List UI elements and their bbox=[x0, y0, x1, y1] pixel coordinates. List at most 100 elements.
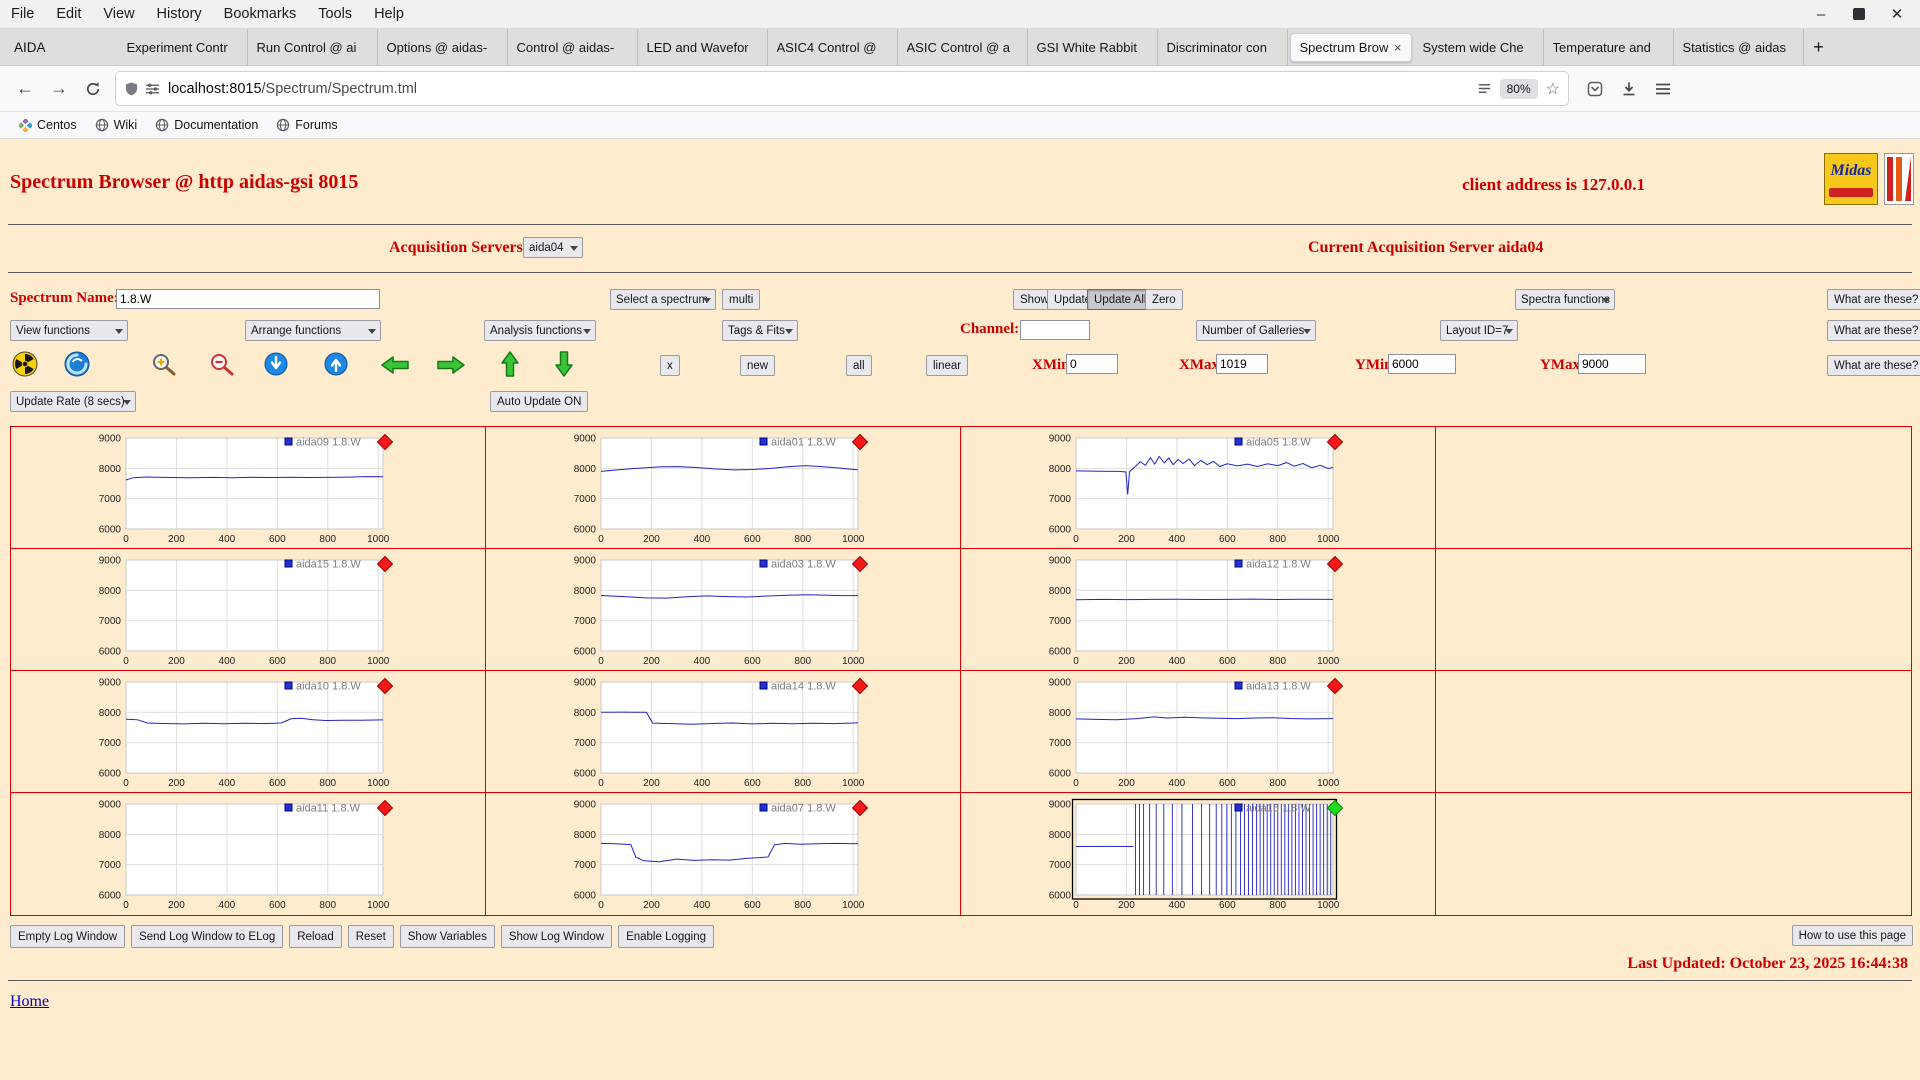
tab[interactable]: System wide Che bbox=[1414, 29, 1544, 65]
spectrum-chart[interactable]: 6000 7000 8000 9000 0 200 400 600 800 1000 aida09 … bbox=[73, 429, 403, 547]
update-all-button[interactable]: Update All bbox=[1087, 289, 1154, 310]
empty-log-window-button[interactable]: Empty Log Window bbox=[10, 925, 126, 948]
tab[interactable]: Run Control @ ai bbox=[248, 29, 378, 65]
chart-cell[interactable]: 6000 7000 8000 9000 0 200 400 600 800 1000 aida16 … bbox=[961, 793, 1436, 915]
blue-up-arrow-icon[interactable] bbox=[324, 351, 348, 377]
chart-cell[interactable]: 6000 7000 8000 9000 0 200 400 600 800 1000 aida11 … bbox=[11, 793, 486, 915]
tab[interactable]: ASIC Control @ a bbox=[898, 29, 1028, 65]
green-right-arrow-icon[interactable] bbox=[436, 355, 466, 375]
menu-edit[interactable]: Edit bbox=[45, 0, 92, 28]
green-up-arrow-icon[interactable] bbox=[500, 350, 520, 378]
tab[interactable]: Control @ aidas- bbox=[508, 29, 638, 65]
update-rate-dropdown[interactable]: Update Rate (8 secs) bbox=[10, 391, 136, 412]
spectrum-chart[interactable]: 6000 7000 8000 9000 0 200 400 600 800 1000 aida05 … bbox=[1023, 429, 1353, 547]
how-to-use-button[interactable]: How to use this page bbox=[1791, 925, 1913, 946]
bookmark-star-icon[interactable]: ☆ bbox=[1546, 79, 1560, 99]
menu-view[interactable]: View bbox=[92, 0, 145, 28]
spectrum-chart[interactable]: 6000 7000 8000 9000 0 200 400 600 800 1000 aida11 … bbox=[73, 795, 403, 913]
back-button[interactable]: ← bbox=[8, 72, 42, 106]
acquisition-server-select[interactable]: aida04 bbox=[523, 237, 583, 258]
menu-tools[interactable]: Tools bbox=[307, 0, 363, 28]
show-variables-button[interactable]: Show Variables bbox=[399, 925, 495, 948]
zoom-in-icon[interactable] bbox=[150, 351, 178, 378]
download-icon[interactable] bbox=[1612, 72, 1646, 106]
ymax-input[interactable] bbox=[1578, 354, 1646, 374]
minimize-icon[interactable]: – bbox=[1810, 3, 1832, 25]
menu-bookmarks[interactable]: Bookmarks bbox=[213, 0, 308, 28]
radiation-icon[interactable] bbox=[12, 351, 38, 377]
zoom-out-icon[interactable] bbox=[208, 351, 236, 378]
menu-help[interactable]: Help bbox=[363, 0, 415, 28]
refresh-cycle-icon[interactable] bbox=[64, 351, 90, 377]
what-are-these-button-2[interactable]: What are these? bbox=[1827, 320, 1920, 341]
url-bar[interactable]: localhost:8015/Spectrum/Spectrum.tml 80%… bbox=[116, 72, 1568, 105]
new-tab-button[interactable]: + bbox=[1804, 33, 1834, 61]
chart-cell[interactable]: 6000 7000 8000 9000 0 200 400 600 800 1000 aida07 … bbox=[486, 793, 961, 915]
reset-button[interactable]: Reset bbox=[347, 925, 394, 948]
bookmark-item-centos[interactable]: Centos bbox=[10, 112, 86, 138]
chart-cell[interactable]: 6000 7000 8000 9000 0 200 400 600 800 1000 aida12 … bbox=[961, 549, 1436, 671]
close-icon[interactable]: ✕ bbox=[1886, 3, 1908, 25]
maximize-icon[interactable] bbox=[1848, 3, 1870, 25]
spectrum-chart[interactable]: 6000 7000 8000 9000 0 200 400 600 800 1000 aida16 … bbox=[1023, 795, 1353, 913]
new-button[interactable]: new bbox=[740, 355, 776, 376]
hamburger-menu-icon[interactable] bbox=[1646, 72, 1680, 106]
all-button[interactable]: all bbox=[846, 355, 872, 376]
midas-logo[interactable]: Midas bbox=[1824, 153, 1878, 205]
shield-icon[interactable] bbox=[124, 81, 139, 97]
reload-button[interactable]: Reload bbox=[289, 925, 342, 948]
auto-update-button[interactable]: Auto Update ON bbox=[490, 391, 589, 412]
chart-cell[interactable]: 6000 7000 8000 9000 0 200 400 600 800 1000 aida13 … bbox=[961, 671, 1436, 793]
number-of-galleries-dropdown[interactable]: Number of Galleries bbox=[1196, 320, 1316, 341]
view-functions-dropdown[interactable]: View functions bbox=[10, 320, 128, 341]
spectrum-chart[interactable]: 6000 7000 8000 9000 0 200 400 600 800 1000 aida01 … bbox=[548, 429, 878, 547]
show-log-window-button[interactable]: Show Log Window bbox=[500, 925, 613, 948]
spectrum-chart[interactable]: 6000 7000 8000 9000 0 200 400 600 800 1000 aida10 … bbox=[73, 673, 403, 791]
chart-cell[interactable]: 6000 7000 8000 9000 0 200 400 600 800 1000 aida10 … bbox=[11, 671, 486, 793]
tab[interactable]: GSI White Rabbit bbox=[1028, 29, 1158, 65]
spectrum-name-input[interactable] bbox=[116, 289, 380, 309]
send-log-window-to-elog-button[interactable]: Send Log Window to ELog bbox=[131, 925, 284, 948]
select-spectrum-dropdown[interactable]: Select a spectrum bbox=[610, 289, 716, 310]
fair-gsi-logo[interactable] bbox=[1884, 153, 1914, 210]
what-are-these-button-3[interactable]: What are these? bbox=[1827, 355, 1920, 376]
green-down-arrow-icon[interactable] bbox=[554, 350, 574, 378]
tags-fits-dropdown[interactable]: Tags & Fits bbox=[722, 320, 798, 341]
x-button[interactable]: x bbox=[660, 355, 680, 376]
bookmark-item-forums[interactable]: Forums bbox=[267, 112, 346, 138]
green-left-arrow-icon[interactable] bbox=[380, 355, 410, 375]
chart-cell[interactable]: 6000 7000 8000 9000 0 200 400 600 800 1000 aida01 … bbox=[486, 427, 961, 549]
bookmark-item-wiki[interactable]: Wiki bbox=[86, 112, 147, 138]
menu-history[interactable]: History bbox=[146, 0, 213, 28]
tab-active[interactable]: Spectrum Brow × bbox=[1289, 32, 1412, 62]
spectrum-chart[interactable]: 6000 7000 8000 9000 0 200 400 600 800 1000 aida15 … bbox=[73, 551, 403, 669]
channel-input[interactable] bbox=[1020, 320, 1090, 340]
enable-logging-button[interactable]: Enable Logging bbox=[618, 925, 715, 948]
chart-cell[interactable]: 6000 7000 8000 9000 0 200 400 600 800 1000 aida14 … bbox=[486, 671, 961, 793]
spectrum-chart[interactable]: 6000 7000 8000 9000 0 200 400 600 800 1000 aida03 … bbox=[548, 551, 878, 669]
tab[interactable]: Options @ aidas- bbox=[378, 29, 508, 65]
url-text[interactable]: localhost:8015/Spectrum/Spectrum.tml bbox=[168, 81, 1477, 97]
spectra-functions-dropdown[interactable]: Spectra functions bbox=[1515, 289, 1615, 310]
bookmark-item-documentation[interactable]: Documentation bbox=[146, 112, 267, 138]
site-info-icon[interactable] bbox=[145, 82, 160, 96]
tab[interactable]: Experiment Contr bbox=[118, 29, 248, 65]
arrange-functions-dropdown[interactable]: Arrange functions bbox=[245, 320, 381, 341]
blue-down-arrow-icon[interactable] bbox=[264, 351, 288, 377]
tab[interactable]: Discriminator con bbox=[1158, 29, 1288, 65]
spectrum-chart[interactable]: 6000 7000 8000 9000 0 200 400 600 800 1000 aida07 … bbox=[548, 795, 878, 913]
tab-close-icon[interactable]: × bbox=[1394, 40, 1402, 55]
zero-button[interactable]: Zero bbox=[1145, 289, 1183, 310]
linear-button[interactable]: linear bbox=[926, 355, 969, 376]
zoom-level-badge[interactable]: 80% bbox=[1499, 78, 1538, 99]
tab[interactable]: ASIC4 Control @ bbox=[768, 29, 898, 65]
xmin-input[interactable] bbox=[1066, 354, 1118, 374]
chart-cell[interactable]: 6000 7000 8000 9000 0 200 400 600 800 1000 aida03 … bbox=[486, 549, 961, 671]
reader-mode-icon[interactable] bbox=[1477, 82, 1492, 96]
chart-cell[interactable]: 6000 7000 8000 9000 0 200 400 600 800 1000 aida09 … bbox=[11, 427, 486, 549]
ymin-input[interactable] bbox=[1388, 354, 1456, 374]
spectrum-chart[interactable]: 6000 7000 8000 9000 0 200 400 600 800 1000 aida12 … bbox=[1023, 551, 1353, 669]
tab[interactable]: LED and Wavefor bbox=[638, 29, 768, 65]
pocket-icon[interactable] bbox=[1578, 72, 1612, 106]
forward-button[interactable]: → bbox=[42, 72, 76, 106]
